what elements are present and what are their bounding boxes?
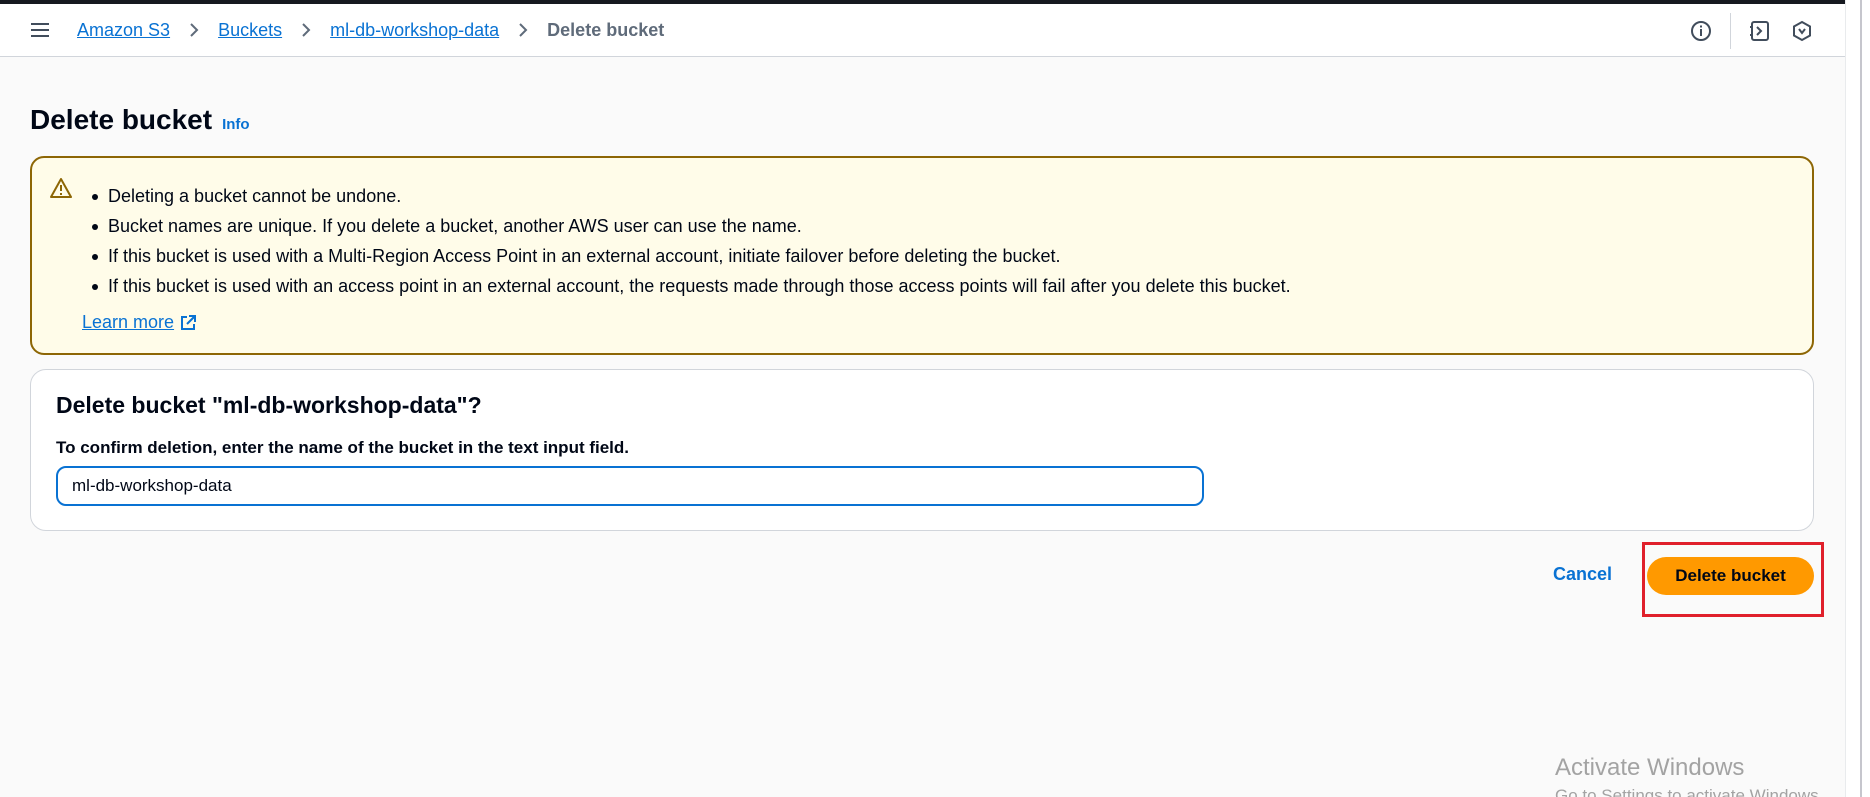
confirm-title: Delete bucket "ml-db-workshop-data"? (56, 392, 482, 418)
activate-windows-subtitle: Go to Settings to activate Windows. (1555, 786, 1824, 797)
header-tools (1688, 4, 1815, 57)
menu-icon[interactable] (28, 18, 52, 42)
activate-windows-title: Activate Windows (1555, 754, 1745, 781)
warning-list: Deleting a bucket cannot be undone. Buck… (92, 186, 1291, 306)
delete-bucket-button[interactable]: Delete bucket (1647, 557, 1814, 595)
breadcrumb-amazon-s3[interactable]: Amazon S3 (77, 20, 170, 41)
cancel-button[interactable]: Cancel (1553, 564, 1612, 585)
page-header: Delete bucket Info (30, 104, 250, 136)
breadcrumb-bucket-name[interactable]: ml-db-workshop-data (330, 20, 499, 41)
confirm-deletion-panel: Delete bucket "ml-db-workshop-data"? To … (30, 369, 1814, 531)
external-link-icon (179, 314, 197, 332)
notifications-panel-icon[interactable] (1747, 18, 1773, 44)
settings-hex-icon[interactable] (1789, 18, 1815, 44)
list-item: Deleting a bucket cannot be undone. (92, 186, 1291, 216)
info-link[interactable]: Info (222, 116, 250, 133)
page-scrollbar[interactable] (1845, 0, 1870, 797)
learn-more-link[interactable]: Learn more (82, 312, 197, 333)
info-icon[interactable] (1688, 18, 1714, 44)
list-item: If this bucket is used with a Multi-Regi… (92, 246, 1291, 276)
page-title: Delete bucket (30, 104, 213, 135)
header-divider (1730, 12, 1731, 49)
learn-more-label: Learn more (82, 312, 175, 332)
scrollbar-thumb[interactable] (1860, 0, 1862, 797)
breadcrumb-buckets[interactable]: Buckets (218, 20, 282, 41)
chevron-right-icon (294, 18, 318, 42)
breadcrumb: Amazon S3 Buckets ml-db-workshop-data De… (77, 18, 664, 42)
list-item: If this bucket is used with an access po… (92, 276, 1291, 306)
top-navigation: Amazon S3 Buckets ml-db-workshop-data De… (0, 4, 1845, 57)
chevron-right-icon (511, 18, 535, 42)
list-item: Bucket names are unique. If you delete a… (92, 216, 1291, 246)
breadcrumb-current: Delete bucket (547, 19, 665, 40)
chevron-right-icon (182, 18, 206, 42)
warning-alert: Deleting a bucket cannot be undone. Buck… (30, 156, 1814, 355)
confirm-label: To confirm deletion, enter the name of t… (56, 438, 630, 457)
warning-icon (50, 177, 72, 199)
bucket-name-input[interactable] (56, 466, 1204, 506)
